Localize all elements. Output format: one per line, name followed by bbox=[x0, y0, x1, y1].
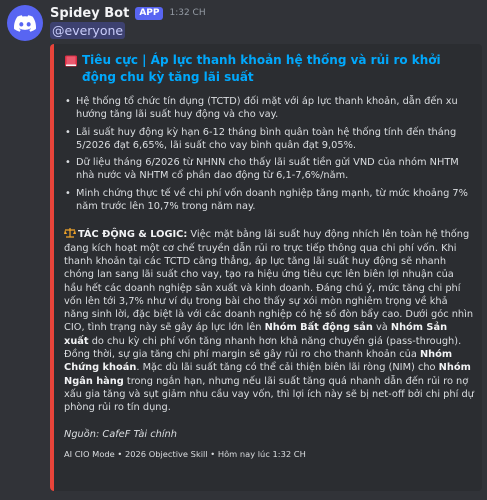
analysis-text: trong ngắn hạn, nhưng nếu lãi suất tăng … bbox=[64, 375, 474, 414]
summary-list: Hệ thống tổ chức tín dụng (TCTD) đối mặt… bbox=[64, 95, 474, 213]
analysis-text: . Mặc dù lãi suất tăng có thể cải thiện … bbox=[136, 362, 439, 374]
news-embed: Tiêu cực | Áp lực thanh khoản hệ thống v… bbox=[50, 44, 482, 491]
impact-analysis: TÁC ĐỘNG & LOGIC: Việc mặt bằng lãi suất… bbox=[64, 227, 474, 414]
discord-logo-icon bbox=[14, 14, 36, 32]
embed-title[interactable]: Tiêu cực | Áp lực thanh khoản hệ thống v… bbox=[64, 52, 474, 86]
analysis-text: và bbox=[372, 322, 391, 334]
impact-label: TÁC ĐỘNG & LOGIC: bbox=[78, 229, 188, 241]
highlight-real-estate: Nhóm Bất động sản bbox=[264, 322, 373, 334]
summary-item: Lãi suất huy động kỳ hạn 6-12 tháng bình… bbox=[64, 126, 474, 153]
source-line: Nguồn: CafeF Tài chính bbox=[64, 428, 177, 440]
bot-avatar[interactable] bbox=[7, 5, 43, 41]
message-header: Spidey Bot APP 1:32 CH bbox=[50, 4, 206, 22]
analysis-text: Việc mặt bằng lãi suất huy động nhích lê… bbox=[64, 229, 474, 334]
scales-icon bbox=[64, 228, 76, 238]
message-timestamp[interactable]: 1:32 CH bbox=[169, 8, 205, 18]
app-badge: APP bbox=[135, 6, 164, 20]
embed-title-text: Tiêu cực | Áp lực thanh khoản hệ thống v… bbox=[82, 53, 441, 84]
analysis-text: do chu kỳ chi phí vốn tăng nhanh hơn khả… bbox=[64, 335, 462, 361]
bot-username[interactable]: Spidey Bot bbox=[50, 6, 129, 21]
summary-item: Minh chứng thực tế về chi phí vốn doanh … bbox=[64, 187, 474, 214]
red-book-icon bbox=[65, 55, 77, 67]
summary-item: Hệ thống tổ chức tín dụng (TCTD) đối mặt… bbox=[64, 95, 474, 122]
everyone-mention[interactable]: @everyone bbox=[50, 22, 126, 39]
embed-footer: AI CIO Mode • 2026 Objective Skill • Hôm… bbox=[64, 448, 306, 459]
summary-item: Dữ liệu tháng 6/2026 từ NHNN cho thấy lã… bbox=[64, 156, 474, 183]
